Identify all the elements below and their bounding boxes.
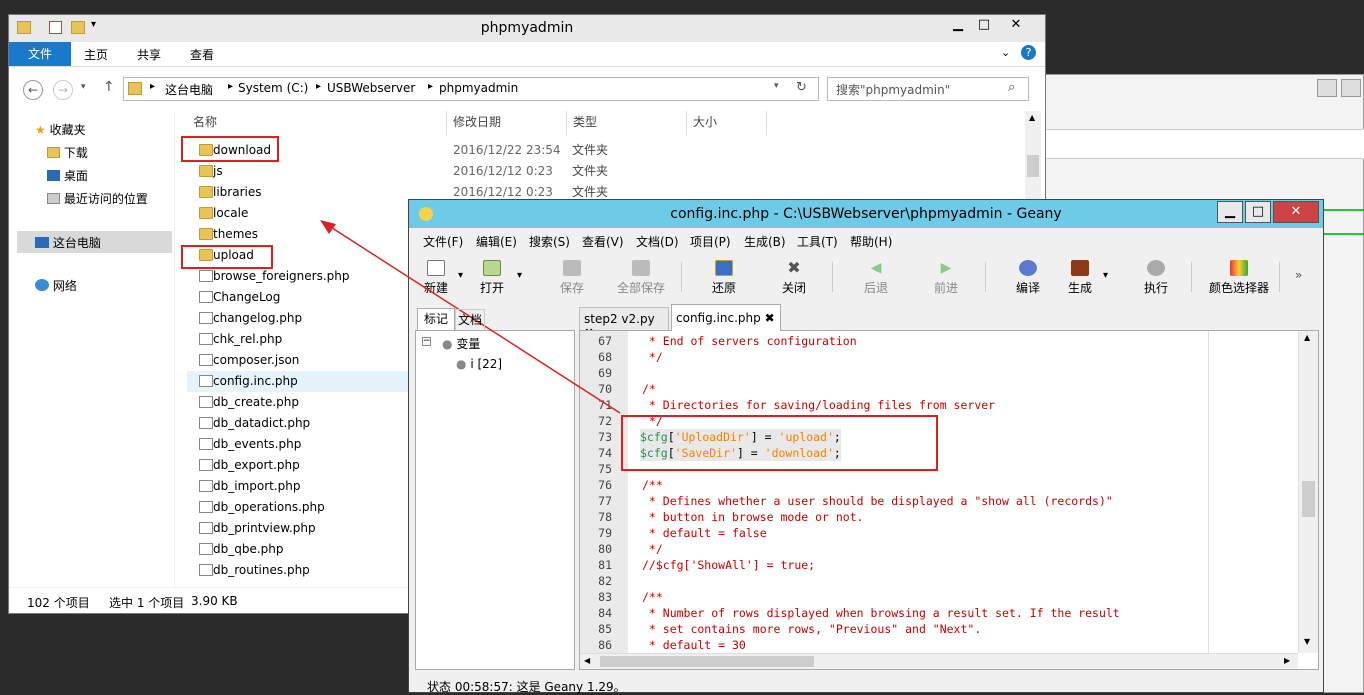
tab-documents[interactable]: 文档 [455, 309, 485, 330]
tab-symbols[interactable]: 标记 [417, 308, 455, 330]
arrow-head [320, 220, 336, 234]
annotation-arrow [320, 220, 621, 414]
doc-tab-config[interactable]: config.inc.php ✖ [671, 304, 781, 331]
close-tab-icon[interactable]: ✖ [765, 311, 775, 325]
